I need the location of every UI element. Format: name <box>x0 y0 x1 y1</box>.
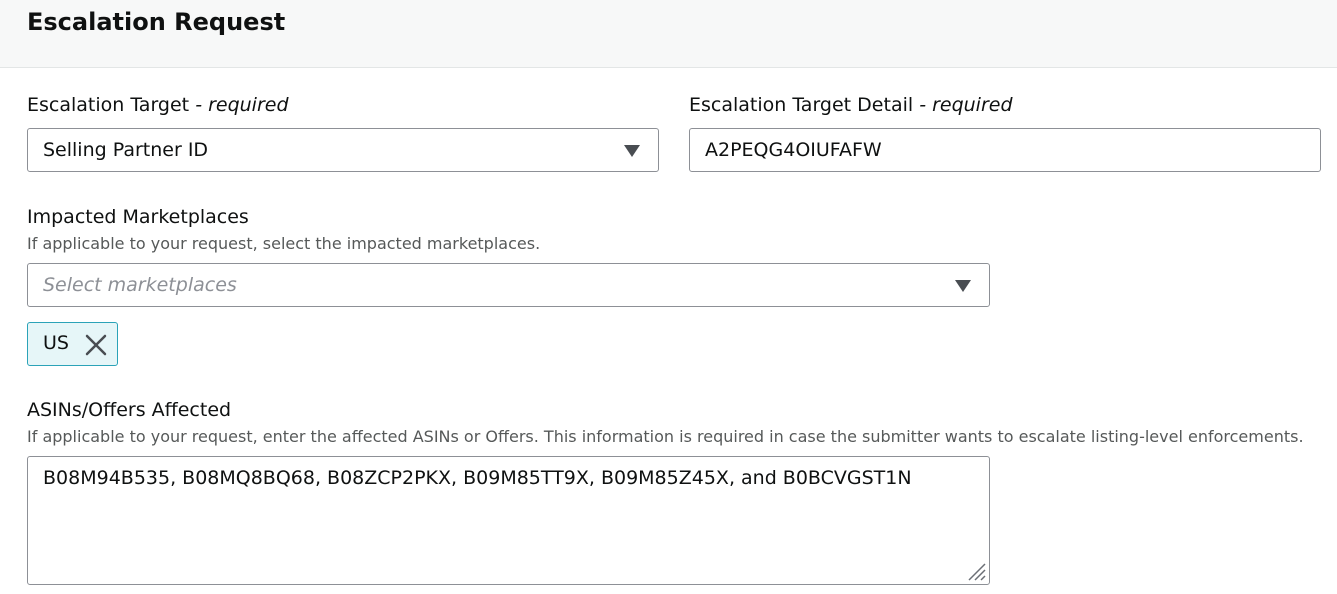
escalation-target-select[interactable]: Selling Partner ID <box>27 128 659 172</box>
asins-textarea[interactable]: B08M94B535, B08MQ8BQ68, B08ZCP2PKX, B09M… <box>27 456 990 585</box>
escalation-target-label: Escalation Target - required <box>27 94 289 116</box>
close-icon[interactable] <box>85 334 107 356</box>
escalation-target-detail-input[interactable]: A2PEQG4OIUFAFW <box>689 128 1321 172</box>
marketplace-token-us: US <box>27 322 118 366</box>
escalation-target-detail-label: Escalation Target Detail - required <box>689 94 1013 116</box>
resize-handle-icon[interactable] <box>965 560 987 582</box>
marketplace-token-label: US <box>43 332 69 354</box>
impacted-marketplaces-label: Impacted Marketplaces <box>27 206 249 228</box>
marketplaces-placeholder: Select marketplaces <box>43 274 237 296</box>
page-title: Escalation Request <box>27 8 286 36</box>
caret-down-icon <box>955 280 971 292</box>
asins-label: ASINs/Offers Affected <box>27 399 232 421</box>
page-header: Escalation Request <box>0 0 1337 68</box>
asins-value: B08M94B535, B08MQ8BQ68, B08ZCP2PKX, B09M… <box>43 467 912 489</box>
marketplaces-select[interactable]: Select marketplaces <box>27 263 990 307</box>
impacted-marketplaces-help: If applicable to your request, select th… <box>27 234 541 253</box>
caret-down-icon <box>624 145 640 157</box>
escalation-target-detail-value: A2PEQG4OIUFAFW <box>705 139 882 161</box>
asins-help: If applicable to your request, enter the… <box>27 427 1304 446</box>
escalation-target-value: Selling Partner ID <box>43 139 209 161</box>
